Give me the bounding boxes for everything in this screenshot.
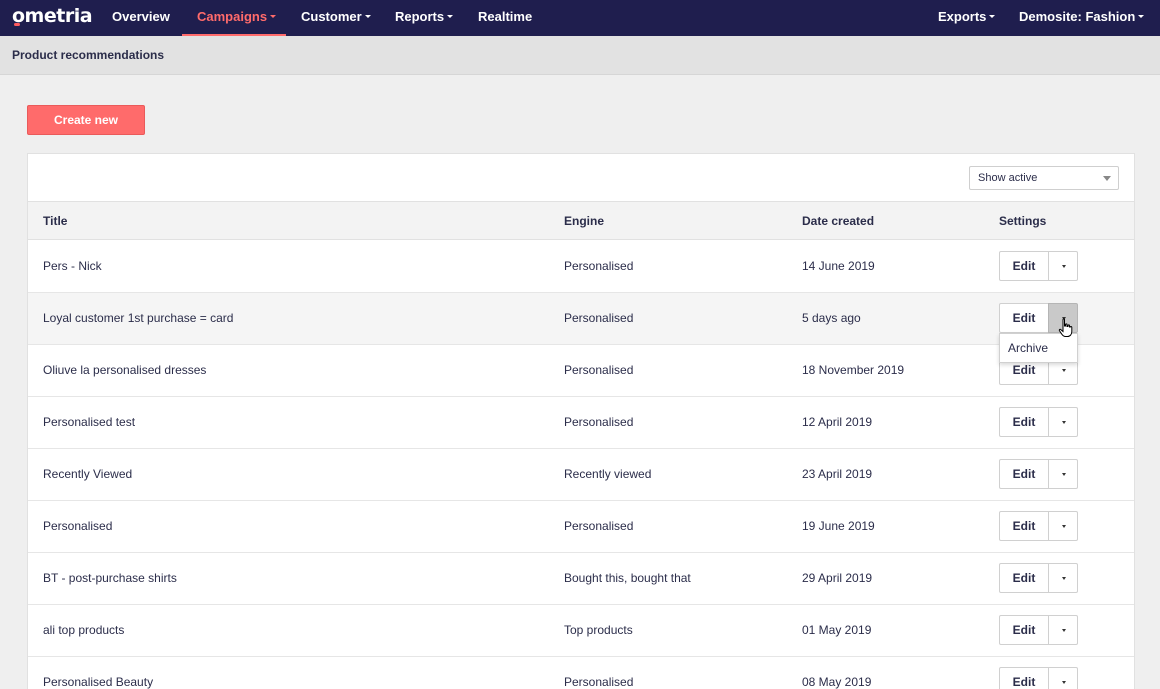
row-engine: Bought this, bought that xyxy=(564,571,691,585)
nav-customer-label: Customer xyxy=(301,9,362,24)
row-date: 18 November 2019 xyxy=(802,363,905,377)
row-actions-toggle[interactable] xyxy=(1048,251,1078,281)
nav-exports[interactable]: Exports xyxy=(938,0,996,36)
recommendations-panel: Show active Title Engine Date created Se… xyxy=(27,153,1135,689)
row-title: Oliuve la personalised dresses xyxy=(43,363,207,377)
table-row: Personalised Beauty Personalised 08 May … xyxy=(28,657,1134,689)
nav-overview-label: Overview xyxy=(112,9,170,24)
caret-down-icon xyxy=(1062,369,1066,372)
row-date: 19 June 2019 xyxy=(802,519,875,533)
status-filter-select[interactable]: Show active xyxy=(969,166,1119,190)
nav-exports-label: Exports xyxy=(938,9,987,24)
row-engine: Personalised xyxy=(564,259,634,273)
row-date: 5 days ago xyxy=(802,311,861,325)
nav-reports-label: Reports xyxy=(395,9,445,24)
row-actions-toggle[interactable] xyxy=(1048,615,1078,645)
row-engine: Personalised xyxy=(564,519,634,533)
caret-down-icon xyxy=(1062,525,1066,528)
row-actions-toggle[interactable] xyxy=(1048,407,1078,437)
caret-down-icon xyxy=(1062,265,1066,268)
row-engine: Recently viewed xyxy=(564,467,652,481)
row-title: ali top products xyxy=(43,623,125,637)
logo-text: ometria xyxy=(12,5,93,27)
row-date: 23 April 2019 xyxy=(802,467,873,481)
row-actions-toggle[interactable] xyxy=(1048,563,1078,593)
nav-campaigns[interactable]: Campaigns xyxy=(182,0,286,36)
caret-down-icon xyxy=(1062,473,1066,476)
row-title: BT - post-purchase shirts xyxy=(43,571,177,585)
row-date: 08 May 2019 xyxy=(802,675,872,689)
top-navigation: ometria Overview Campaigns Customer Repo… xyxy=(0,0,1160,36)
caret-down-icon xyxy=(447,15,454,19)
row-actions-toggle[interactable] xyxy=(1048,667,1078,689)
table-row: Personalised Personalised 19 June 2019 E… xyxy=(28,501,1134,553)
nav-reports[interactable]: Reports xyxy=(395,0,454,36)
row-title: Loyal customer 1st purchase = card xyxy=(43,311,234,325)
edit-button[interactable]: Edit xyxy=(999,563,1049,593)
row-title: Personalised test xyxy=(43,415,136,429)
archive-menu-item[interactable]: Archive xyxy=(1008,341,1048,355)
nav-overview[interactable]: Overview xyxy=(112,0,170,36)
row-engine: Personalised xyxy=(564,311,634,325)
table-row: Pers - Nick Personalised 14 June 2019 Ed… xyxy=(28,241,1134,293)
page-title: Product recommendations xyxy=(12,48,165,62)
caret-down-icon xyxy=(1062,629,1066,632)
table-row: Oliuve la personalised dresses Personali… xyxy=(28,345,1134,397)
caret-down-icon xyxy=(364,15,371,19)
column-header-title: Title xyxy=(43,214,68,228)
create-new-button[interactable]: Create new xyxy=(27,105,145,135)
row-title: Recently Viewed xyxy=(43,467,133,481)
row-date: 14 June 2019 xyxy=(802,259,875,273)
edit-button[interactable]: Edit xyxy=(999,251,1049,281)
nav-account-switcher[interactable]: Demosite: Fashion xyxy=(1019,0,1145,36)
caret-down-icon xyxy=(989,15,996,19)
select-arrow-icon xyxy=(1103,176,1111,181)
nav-realtime[interactable]: Realtime xyxy=(478,0,532,36)
row-engine: Top products xyxy=(564,623,633,637)
column-header-engine: Engine xyxy=(564,214,605,228)
row-title: Personalised xyxy=(43,519,113,533)
row-engine: Personalised xyxy=(564,675,634,689)
nav-account-label: Demosite: Fashion xyxy=(1019,9,1136,24)
caret-down-icon xyxy=(1062,421,1066,424)
table-row: Loyal customer 1st purchase = card Perso… xyxy=(28,293,1134,345)
edit-button[interactable]: Edit xyxy=(999,303,1049,333)
row-date: 12 April 2019 xyxy=(802,415,873,429)
row-engine: Personalised xyxy=(564,363,634,377)
ometria-logo[interactable]: ometria xyxy=(12,5,93,29)
table-row: BT - post-purchase shirts Bought this, b… xyxy=(28,553,1134,605)
nav-customer[interactable]: Customer xyxy=(301,0,371,36)
column-header-settings: Settings xyxy=(999,214,1047,228)
edit-button[interactable]: Edit xyxy=(999,511,1049,541)
row-title: Personalised Beauty xyxy=(43,675,154,689)
caret-down-icon xyxy=(1062,681,1066,684)
row-actions-toggle[interactable] xyxy=(1048,459,1078,489)
row-actions-toggle[interactable] xyxy=(1048,511,1078,541)
page-header: Product recommendations xyxy=(0,36,1160,75)
caret-down-icon xyxy=(1062,577,1066,580)
table-row: Recently Viewed Recently viewed 23 April… xyxy=(28,449,1134,501)
nav-realtime-label: Realtime xyxy=(478,9,533,24)
edit-button[interactable]: Edit xyxy=(999,459,1049,489)
logo-accent-mark xyxy=(14,23,20,26)
row-title: Pers - Nick xyxy=(43,259,102,273)
row-engine: Personalised xyxy=(564,415,634,429)
caret-down-icon xyxy=(1138,15,1145,19)
table-row: Personalised test Personalised 12 April … xyxy=(28,397,1134,449)
edit-button[interactable]: Edit xyxy=(999,667,1049,689)
status-filter-value: Show active xyxy=(978,172,1038,184)
table-row: ali top products Top products 01 May 201… xyxy=(28,605,1134,657)
hand-pointer-icon xyxy=(1058,318,1073,337)
nav-campaigns-label: Campaigns xyxy=(197,9,268,24)
row-date: 01 May 2019 xyxy=(802,623,872,637)
caret-down-icon xyxy=(270,15,277,19)
edit-button[interactable]: Edit xyxy=(999,407,1049,437)
edit-button[interactable]: Edit xyxy=(999,615,1049,645)
table-header: Title Engine Date created Settings xyxy=(28,201,1134,240)
column-header-date: Date created xyxy=(802,214,875,228)
row-date: 29 April 2019 xyxy=(802,571,873,585)
